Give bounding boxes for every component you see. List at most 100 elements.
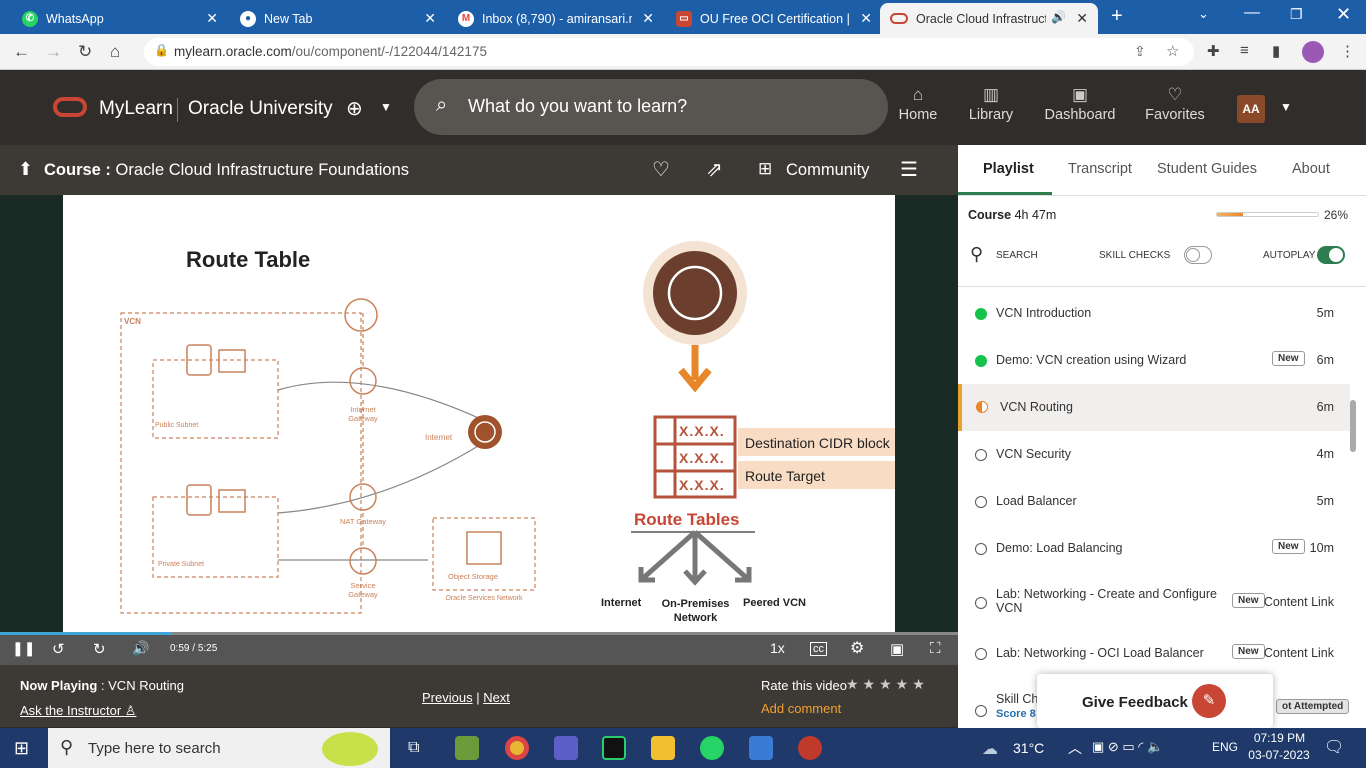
bookmark-star-icon[interactable]: ☆	[1166, 42, 1179, 60]
heart-icon[interactable]: ♡	[652, 157, 670, 182]
windows-start-icon[interactable]: ⊞	[14, 738, 29, 759]
media-queue-icon[interactable]: ≡	[1240, 42, 1249, 59]
url-input[interactable]: 🔒 mylearn.oracle.com/ou/component/-/1220…	[144, 38, 1194, 66]
share-icon[interactable]: ⇪	[1134, 43, 1146, 60]
tab-playlist[interactable]: Playlist	[983, 161, 1034, 177]
notifications-icon[interactable]: 🗨	[1324, 737, 1344, 757]
scrollbar-thumb[interactable]	[1350, 400, 1356, 452]
close-icon[interactable]: ✕	[424, 10, 436, 27]
speaker-icon[interactable]: 🔊	[1051, 10, 1066, 24]
brand-name[interactable]: MyLearn	[99, 98, 173, 120]
app-teams-icon[interactable]	[554, 736, 578, 760]
tab-whatsapp[interactable]: ✆ WhatsApp ✕	[12, 3, 228, 34]
playlist-item[interactable]: Demo: Load Balancing New 10m	[958, 525, 1350, 572]
forward-icon[interactable]: →	[45, 42, 62, 62]
new-tab-button[interactable]: +	[1111, 5, 1123, 28]
oracle-logo-icon[interactable]	[53, 97, 87, 117]
lock-icon[interactable]: 🔒	[154, 43, 169, 57]
previous-link[interactable]: Previous	[422, 690, 473, 705]
restore-button[interactable]: ❐	[1290, 6, 1303, 23]
chrome-menu-icon[interactable]: ⋮	[1340, 42, 1355, 60]
nav-dashboard[interactable]: ▣ Dashboard	[1040, 85, 1120, 123]
window-close-button[interactable]: ✕	[1336, 4, 1351, 25]
home-icon[interactable]: ⌂	[110, 42, 120, 62]
playlist-item[interactable]: Lab: Networking - OCI Load Balancer New …	[958, 629, 1350, 676]
pause-icon[interactable]: ❚❚	[12, 640, 35, 657]
playlist-item[interactable]: Load Balancer 5m	[958, 478, 1350, 525]
playback-speed[interactable]: 1x	[770, 640, 785, 656]
arrow-up-icon[interactable]: ⬆	[18, 159, 33, 180]
chevron-down-icon[interactable]: ▼	[380, 100, 392, 114]
nav-home[interactable]: ⌂ Home	[883, 85, 953, 123]
tab-oracle-cloud-active[interactable]: Oracle Cloud Infrastructu 🔊 ✕	[880, 3, 1098, 34]
nav-library[interactable]: ▥ Library	[956, 85, 1026, 123]
autoplay-toggle[interactable]	[1317, 246, 1345, 264]
playlist-item[interactable]: Lab: Networking - Create and Configure V…	[958, 578, 1350, 628]
search-icon[interactable]: ⚲	[970, 244, 983, 265]
item-content-link[interactable]: Content Link	[1264, 646, 1334, 660]
nav-favorites[interactable]: ♡ Favorites	[1140, 85, 1210, 123]
star-rating[interactable]: ★★★★★	[846, 676, 929, 693]
playlist-search[interactable]: SEARCH	[996, 250, 1038, 261]
next-link[interactable]: Next	[483, 690, 510, 705]
app-file-explorer-icon[interactable]	[651, 736, 675, 760]
tab-gmail[interactable]: M Inbox (8,790) - amiransari.my ✕	[448, 3, 664, 34]
playlist-item[interactable]: VCN Introduction 5m	[958, 290, 1350, 337]
app-chrome-icon[interactable]	[505, 736, 529, 760]
search-input[interactable]: ⌕ What do you want to learn?	[414, 79, 888, 135]
clock-time[interactable]: 07:19 PM	[1252, 731, 1307, 745]
fullscreen-icon[interactable]: ⛶	[930, 640, 941, 657]
system-tray-icons[interactable]: ▣ ⊘ ▭ ◜ 🔈	[1092, 739, 1163, 755]
volume-icon[interactable]: 🔊	[132, 640, 149, 657]
community-link[interactable]: Community	[786, 161, 869, 180]
item-content-link[interactable]: Content Link	[1264, 595, 1334, 609]
app-photos-icon[interactable]	[749, 736, 773, 760]
app-notepad-icon[interactable]	[455, 736, 479, 760]
side-panel-icon[interactable]: ▮	[1272, 42, 1280, 60]
close-icon[interactable]: ✕	[642, 10, 654, 27]
tab-transcript[interactable]: Transcript	[1068, 161, 1132, 177]
profile-avatar[interactable]	[1302, 41, 1324, 63]
give-feedback-button[interactable]: Give Feedback ✎	[1037, 674, 1273, 728]
ask-instructor-link[interactable]: Ask the Instructor ♙	[20, 703, 136, 719]
extensions-icon[interactable]: ✚	[1207, 42, 1220, 60]
reload-icon[interactable]: ↻	[78, 42, 92, 62]
rewind-10-icon[interactable]: ↺	[52, 640, 65, 658]
close-icon[interactable]: ✕	[860, 10, 872, 27]
seek-bar[interactable]	[0, 632, 958, 635]
playlist-item[interactable]: VCN Security 4m	[958, 431, 1350, 478]
language-indicator[interactable]: ENG	[1212, 740, 1238, 754]
tab-about[interactable]: About	[1292, 161, 1330, 177]
user-avatar[interactable]: AA	[1237, 95, 1265, 123]
app-snip-icon[interactable]	[798, 736, 822, 760]
app-whatsapp-icon[interactable]	[700, 736, 724, 760]
close-icon[interactable]: ✕	[206, 10, 218, 27]
settings-gear-icon[interactable]: ⚙	[850, 638, 864, 658]
tab-ou-free-oci[interactable]: ▭ OU Free OCI Certification | O ✕	[666, 3, 882, 34]
app-pycharm-icon[interactable]	[602, 736, 626, 760]
playlist-toggle-icon[interactable]: ☰	[900, 157, 918, 182]
weather-temp[interactable]: 31°C	[1013, 740, 1044, 756]
captions-icon[interactable]: cc	[810, 642, 827, 656]
minimize-button[interactable]: —	[1244, 4, 1260, 22]
tab-new-tab[interactable]: ● New Tab ✕	[230, 3, 446, 34]
playlist-item[interactable]: Demo: VCN creation using Wizard New 6m	[958, 337, 1350, 384]
chevron-down-icon[interactable]: ▼	[1280, 100, 1292, 114]
clock-date[interactable]: 03-07-2023	[1248, 748, 1310, 762]
org-name[interactable]: Oracle University	[188, 98, 333, 120]
tab-search-icon[interactable]: ⌄	[1198, 6, 1209, 22]
community-icon[interactable]: ⊞	[758, 159, 772, 179]
share-icon[interactable]: ⇗	[706, 157, 723, 182]
chevron-up-icon[interactable]: ︿	[1068, 738, 1082, 758]
course-title[interactable]: Course : Oracle Cloud Infrastructure Fou…	[44, 161, 409, 180]
back-icon[interactable]: ←	[13, 42, 30, 62]
picture-in-picture-icon[interactable]: ▣	[890, 640, 904, 658]
taskbar-search-input[interactable]: ⚲ Type here to search	[48, 728, 390, 768]
forward-10-icon[interactable]: ↻	[93, 640, 106, 658]
skill-checks-toggle[interactable]	[1184, 246, 1212, 264]
tab-student-guides[interactable]: Student Guides	[1157, 161, 1257, 177]
globe-icon[interactable]: ⊕	[346, 96, 363, 121]
playlist-item-current[interactable]: VCN Routing 6m	[958, 384, 1350, 431]
weather-cloud-icon[interactable]: ☁	[982, 739, 998, 759]
add-comment-link[interactable]: Add comment	[761, 701, 841, 716]
